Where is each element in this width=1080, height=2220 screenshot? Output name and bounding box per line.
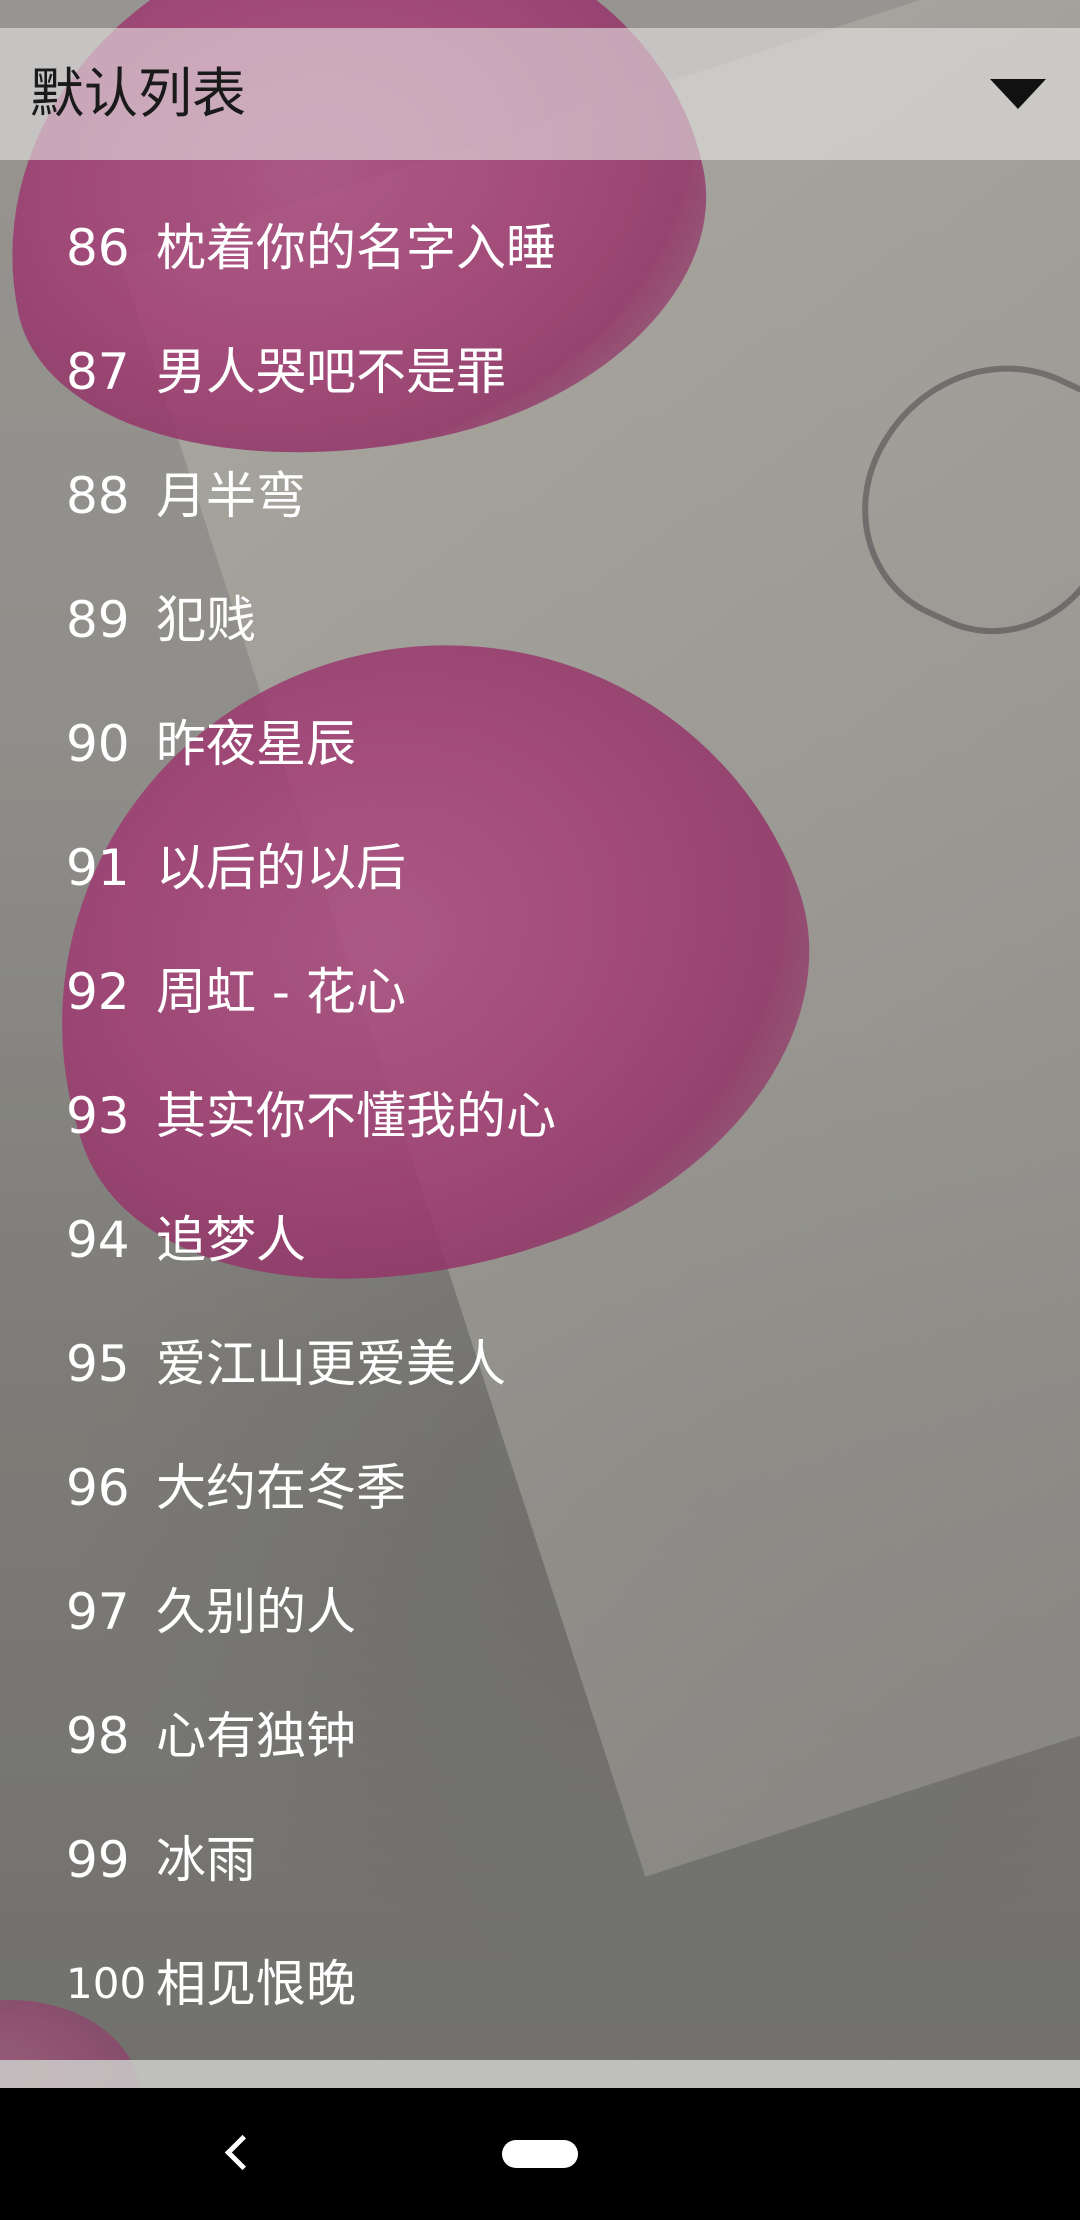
song-title: 追梦人 [156,1211,306,1269]
song-row[interactable]: 89 犯贱 [0,558,1080,682]
playlist-title: 默认列表 [30,62,246,125]
song-number: 88 [66,467,130,525]
song-number: 89 [66,591,130,649]
song-row[interactable]: 95 爱江山更爱美人 [0,1302,1080,1426]
song-title: 男人哭吧不是罪 [156,343,506,401]
song-number: 94 [66,1211,130,1269]
song-row[interactable]: 93 其实你不懂我的心 [0,1054,1080,1178]
song-title: 犯贱 [156,591,256,649]
song-row[interactable]: 94 追梦人 [0,1178,1080,1302]
song-number: 93 [66,1087,130,1145]
song-title: 心有独钟 [156,1707,356,1765]
song-title: 周虹 - 花心 [156,963,406,1021]
song-title: 冰雨 [156,1831,256,1889]
song-number: 95 [66,1335,130,1393]
song-number: 87 [66,343,130,401]
song-number: 96 [66,1459,130,1517]
song-number: 91 [66,839,130,897]
song-title: 昨夜星辰 [156,715,356,773]
song-row[interactable]: 91 以后的以后 [0,806,1080,930]
song-list: 86 枕着你的名字入睡 87 男人哭吧不是罪 88 月半弯 89 犯贱 90 昨… [0,186,1080,2046]
dropdown-arrow-icon[interactable] [990,79,1046,109]
song-row[interactable]: 90 昨夜星辰 [0,682,1080,806]
song-title: 相见恨晚 [156,1955,356,2013]
song-row[interactable]: 99 冰雨 [0,1798,1080,1922]
song-number: 100 [66,1959,147,2008]
song-number: 86 [66,219,130,277]
song-number: 92 [66,963,130,1021]
song-row[interactable]: 98 心有独钟 [0,1674,1080,1798]
song-row[interactable]: 86 枕着你的名字入睡 [0,186,1080,310]
song-title: 其实你不懂我的心 [156,1087,556,1145]
back-chevron-icon[interactable] [224,2134,261,2171]
song-title: 以后的以后 [156,839,406,897]
song-title: 爱江山更爱美人 [156,1335,506,1393]
song-title: 枕着你的名字入睡 [156,219,556,277]
song-title: 大约在冬季 [156,1459,406,1517]
song-row[interactable]: 100 相见恨晚 [0,1922,1080,2046]
playlist-header[interactable]: 默认列表 [0,28,1080,160]
song-number: 90 [66,715,130,773]
song-number: 97 [66,1583,130,1641]
song-row[interactable]: 96 大约在冬季 [0,1426,1080,1550]
song-number: 99 [66,1831,130,1889]
list-bottom-edge [0,2060,1080,2088]
song-row[interactable]: 87 男人哭吧不是罪 [0,310,1080,434]
song-row[interactable]: 97 久别的人 [0,1550,1080,1674]
home-pill-icon[interactable] [502,2140,578,2168]
song-number: 98 [66,1707,130,1765]
system-navigation-bar [0,2088,1080,2220]
song-title: 月半弯 [156,467,306,525]
song-title: 久别的人 [156,1583,356,1641]
song-row[interactable]: 88 月半弯 [0,434,1080,558]
song-row[interactable]: 92 周虹 - 花心 [0,930,1080,1054]
